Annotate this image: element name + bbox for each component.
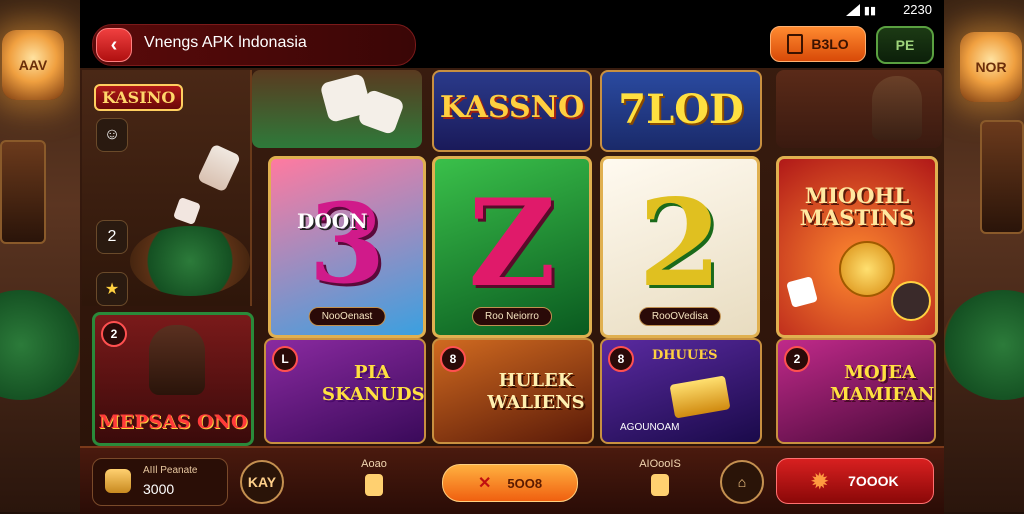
tile-kassno[interactable]: KASSNO — [432, 70, 592, 152]
wallet-icon — [105, 469, 131, 493]
game-tile-2[interactable]: 8 HULEK WALIENS — [432, 338, 594, 444]
dealer-avatar — [872, 76, 922, 140]
action-label: 7OOOK — [848, 473, 899, 489]
promo-badge: 2 — [101, 321, 127, 347]
star-icon[interactable]: ★ — [96, 272, 128, 306]
side-badge-label: 2 — [107, 228, 117, 245]
game-badge: L — [272, 346, 298, 372]
slot-machine-right — [980, 120, 1024, 234]
game-tile-1[interactable]: L PIA SKANUDS — [264, 338, 426, 444]
lantern-left: AAV — [2, 30, 64, 100]
mini-button-2[interactable]: AIOooIS — [628, 458, 692, 496]
trophy-icon — [651, 474, 669, 496]
game-title: DHUUES — [652, 348, 718, 363]
spin-button[interactable]: ✕ 5OO8 — [442, 464, 578, 502]
profile-icon[interactable]: ☺ — [96, 118, 128, 152]
featured-overlay: DOON — [297, 209, 368, 233]
mini-button-1[interactable]: Aoao — [348, 458, 400, 496]
featured-tile-1[interactable]: 3 DOON NooOenast — [268, 156, 426, 338]
featured-glyph: 3 — [308, 179, 386, 308]
slot-machine-left — [0, 140, 46, 244]
bag-icon[interactable]: ⌂ — [720, 460, 764, 504]
mini-label: AIOooIS — [639, 458, 681, 470]
tile-dealer[interactable] — [776, 70, 942, 148]
kay-icon[interactable]: KAY — [240, 460, 284, 504]
game-badge: 8 — [440, 346, 466, 372]
game-caption: AGOUNOAM — [620, 422, 680, 433]
promo-tile[interactable]: 2 MEPSAS ONO — [92, 312, 254, 446]
featured-tile-4[interactable]: MIOOHL MASTINS — [776, 156, 938, 338]
featured-caption: NooOenast — [308, 307, 386, 326]
balance-button[interactable]: B3LO — [770, 26, 866, 62]
game-title: MOJEA MAMIFAN — [830, 362, 935, 405]
game-title: PIA SKANUDS — [322, 362, 425, 405]
tile-7lod[interactable]: 7LOD — [600, 70, 762, 152]
featured-tile-2[interactable]: Z Roo Neiorro — [432, 156, 592, 338]
game-tile-3[interactable]: 8 DHUUES AGOUNOAM — [600, 338, 762, 444]
tile-title: KASSNO — [439, 90, 585, 125]
table-scene — [130, 226, 250, 296]
game-badge: 2 — [784, 346, 810, 372]
promo-title: MEPSAS ONO — [98, 411, 248, 433]
coin-icon — [839, 241, 895, 297]
badge-icon — [365, 474, 383, 496]
side-badge[interactable]: 2 — [96, 220, 128, 254]
close-icon: ✕ — [477, 475, 492, 492]
kasino-logo: KASINO — [94, 84, 184, 111]
lantern-right: NOR — [960, 32, 1022, 102]
wallet-icon — [787, 34, 804, 54]
featured-caption: RooOVedisa — [638, 307, 722, 326]
featured-caption: Roo Neiorro — [472, 307, 552, 326]
profile-button[interactable]: PE — [876, 26, 934, 64]
status-time: 2230 — [903, 2, 932, 17]
tile-dice[interactable] — [252, 70, 422, 148]
back-button[interactable]: ‹ — [96, 28, 132, 62]
action-button[interactable]: ✹ 7OOOK — [776, 458, 934, 504]
wallet-box[interactable]: AIIl Peanate 3000 — [92, 458, 228, 506]
gold-bar-icon — [669, 375, 731, 419]
avatar — [891, 281, 931, 321]
featured-overlay: MIOOHL MASTINS — [799, 183, 915, 230]
spin-label: 5OO8 — [507, 475, 543, 491]
game-badge: 8 — [608, 346, 634, 372]
featured-glyph: Z — [468, 173, 556, 314]
tile-title: 7LOD — [618, 86, 744, 133]
app-title: Vnengs APK lndonasia — [144, 34, 307, 51]
signal-icon — [846, 4, 860, 16]
wifi-icon: ▮▮ — [863, 5, 876, 17]
status-bar — [80, 0, 944, 20]
player-avatar — [149, 325, 205, 395]
game-title: HULEK WALIENS — [487, 370, 585, 413]
gear-icon: ✹ — [811, 470, 829, 493]
dice-icon — [786, 276, 818, 308]
featured-glyph: 2 — [638, 173, 722, 314]
chevron-left-icon: ‹ — [110, 33, 118, 56]
featured-tile-3[interactable]: 2 RooOVedisa — [600, 156, 760, 338]
mini-label: Aoao — [361, 458, 387, 470]
wallet-label: AIIl Peanate — [143, 465, 198, 476]
game-tile-4[interactable]: 2 MOJEA MAMIFAN — [776, 338, 936, 444]
balance-label: B3LO — [811, 36, 849, 52]
wallet-value: 3000 — [143, 481, 175, 497]
